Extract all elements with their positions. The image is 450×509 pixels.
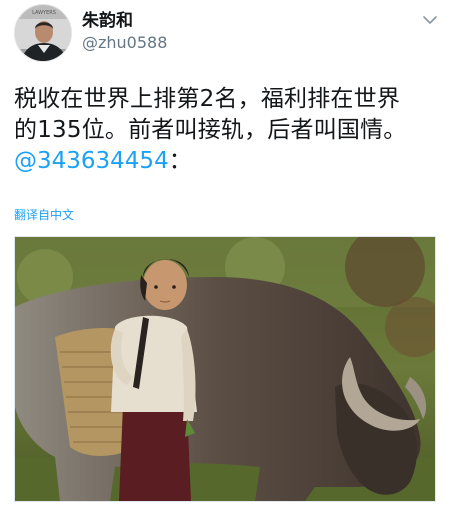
chevron-down-icon[interactable] xyxy=(422,12,438,28)
tweet-header: LAWYERS 朱韵和 @zhu0588 xyxy=(14,4,440,64)
avatar[interactable]: LAWYERS xyxy=(14,4,72,62)
mention-link[interactable]: @343634454 xyxy=(14,148,169,174)
mention-suffix: ： xyxy=(168,148,192,174)
avatar-image: LAWYERS xyxy=(15,5,71,61)
tweet-content: 税收在世界上排第2名，福利排在世界 的135位。前者叫接轨，后者叫国情。 @34… xyxy=(14,84,440,177)
photo-image xyxy=(15,237,435,501)
user-handle[interactable]: @zhu0588 xyxy=(82,32,167,54)
avatar-logo-text: LAWYERS xyxy=(32,10,56,16)
tweet-photo[interactable] xyxy=(14,236,436,502)
tweet-text-line-2: 的135位。前者叫接轨，后者叫国情。 xyxy=(14,117,407,143)
tweet-text-line-1: 税收在世界上排第2名，福利排在世界 xyxy=(14,86,401,112)
display-name[interactable]: 朱韵和 xyxy=(82,10,167,32)
translate-link[interactable]: 翻译自中文 xyxy=(14,207,74,223)
author-info: 朱韵和 @zhu0588 xyxy=(82,10,167,54)
tweet-card: LAWYERS 朱韵和 @zhu0588 税收在世界上排第2名，福利排在世界 的… xyxy=(0,0,450,509)
mention-line: @343634454： xyxy=(14,146,440,177)
